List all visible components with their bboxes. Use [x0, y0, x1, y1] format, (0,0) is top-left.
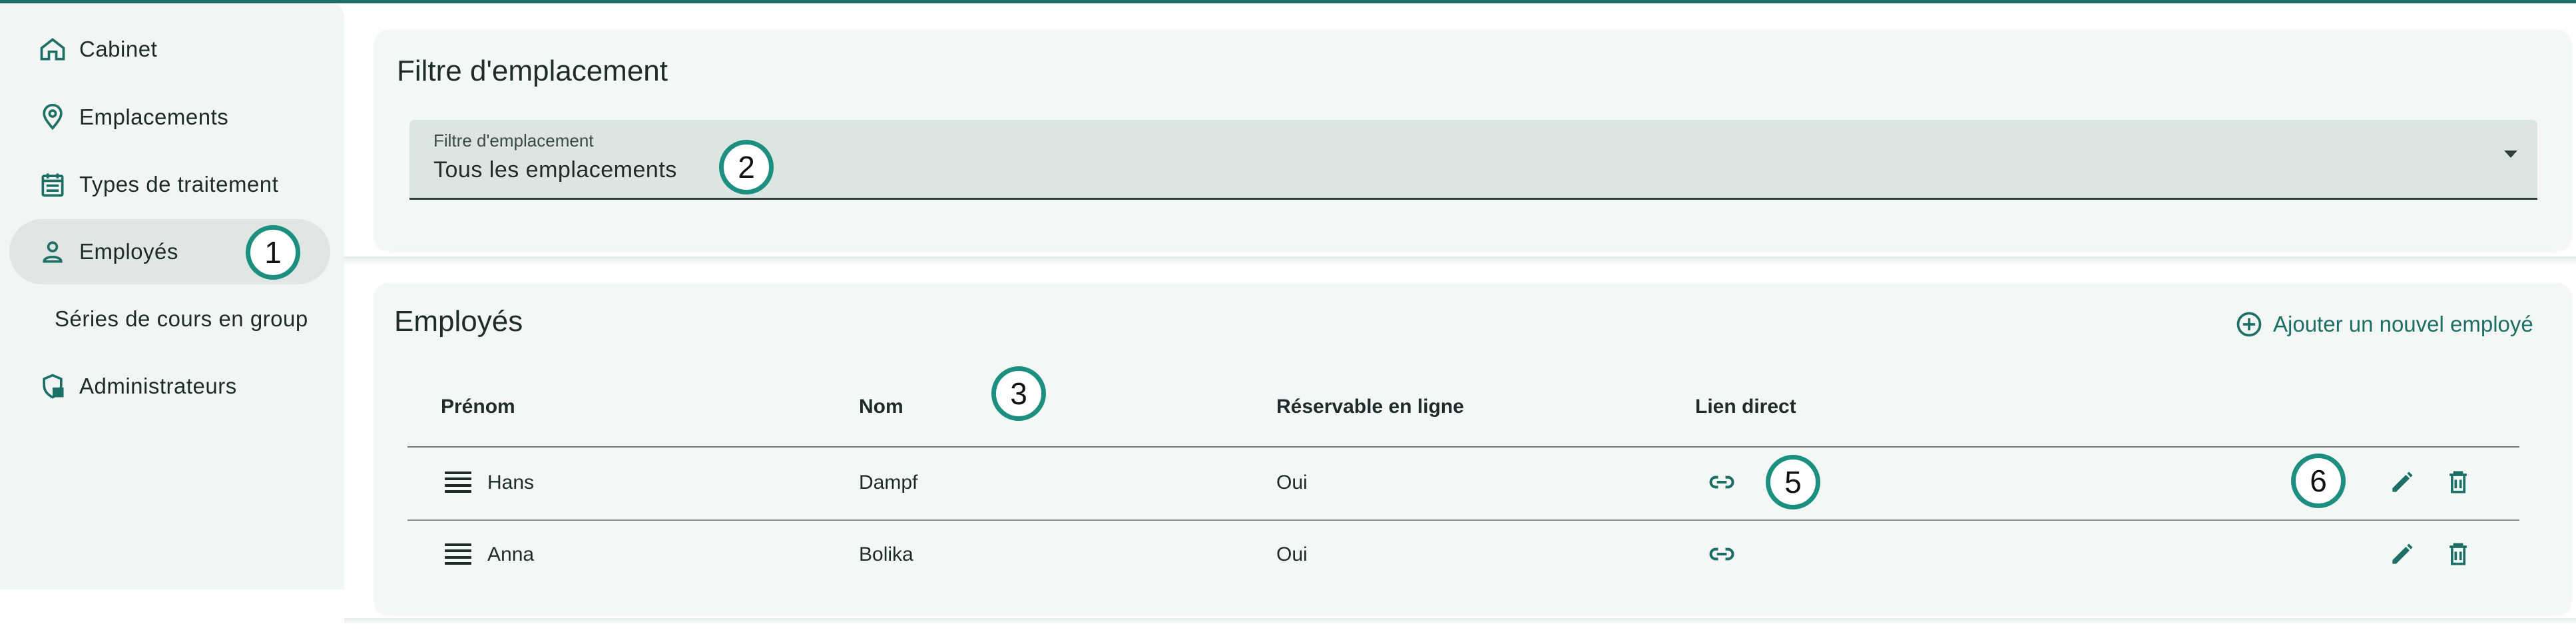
annotation-marker-3: 3 — [991, 366, 1046, 421]
cell-bookable: Oui — [1276, 472, 1308, 493]
shield-lock-icon — [36, 370, 69, 403]
column-header-direct-link[interactable]: Lien direct — [1695, 396, 1796, 418]
edit-pencil-icon[interactable] — [2386, 466, 2419, 499]
delete-trash-icon[interactable] — [2442, 537, 2475, 571]
edit-pencil-icon[interactable] — [2386, 537, 2419, 571]
sidebar-item-label: Administrateurs — [79, 374, 237, 398]
add-employee-label: Ajouter un nouvel employé — [2273, 312, 2533, 336]
bottom-shadow — [344, 618, 2576, 625]
sidebar-item-administrateurs[interactable]: Administrateurs — [9, 354, 330, 419]
sidebar-item-cabinet[interactable]: Cabinet — [9, 17, 330, 82]
sidebar-item-label: Employés — [79, 239, 178, 264]
sidebar-item-label: Emplacements — [79, 105, 229, 129]
calendar-list-icon — [36, 168, 69, 201]
delete-trash-icon[interactable] — [2442, 466, 2475, 499]
sidebar-item-label: Cabinet — [79, 37, 158, 61]
cell-first-name: Anna — [487, 543, 535, 565]
annotation-marker-2: 2 — [719, 140, 774, 194]
cell-bookable: Oui — [1276, 543, 1308, 565]
column-header-first-name[interactable]: Prénom — [441, 396, 515, 418]
cell-last-name: Bolika — [859, 543, 913, 565]
select-value: Tous les emplacements — [433, 157, 677, 182]
column-header-last-name[interactable]: Nom — [859, 396, 903, 418]
add-employee-button[interactable]: Ajouter un nouvel employé — [2234, 308, 2533, 341]
caret-down-icon — [2504, 151, 2517, 158]
sidebar-item-types-de-traitement[interactable]: Types de traitement — [9, 152, 330, 217]
drag-handle-icon[interactable] — [445, 543, 471, 565]
annotation-marker-1: 1 — [246, 225, 300, 280]
location-pin-icon — [36, 101, 69, 134]
row-divider — [407, 519, 2519, 521]
add-circle-icon — [2236, 312, 2262, 337]
drag-handle-icon[interactable] — [445, 472, 471, 493]
person-icon — [36, 235, 69, 268]
table-header-divider — [407, 446, 2519, 448]
column-header-bookable[interactable]: Réservable en ligne — [1276, 396, 1464, 418]
annotation-marker-6: 6 — [2291, 454, 2346, 508]
filter-card-title: Filtre d'emplacement — [397, 55, 668, 87]
cell-first-name: Hans — [487, 472, 535, 493]
sidebar: Cabinet Emplacements Types de traitement… — [0, 3, 344, 589]
sidebar-item-series-de-cours[interactable]: Séries de cours en group — [9, 286, 330, 352]
select-label: Filtre d'emplacement — [433, 131, 594, 151]
home-icon — [36, 33, 69, 66]
sidebar-item-emplacements[interactable]: Emplacements — [9, 85, 330, 150]
link-icon[interactable] — [1705, 466, 1738, 499]
cell-last-name: Dampf — [859, 472, 918, 493]
employees-card-title: Employés — [394, 305, 523, 338]
link-icon[interactable] — [1705, 537, 1738, 571]
sidebar-item-label: Séries de cours en group — [55, 306, 308, 331]
annotation-marker-5: 5 — [1766, 455, 1820, 509]
sidebar-item-label: Types de traitement — [79, 172, 279, 196]
section-divider — [344, 256, 2576, 266]
